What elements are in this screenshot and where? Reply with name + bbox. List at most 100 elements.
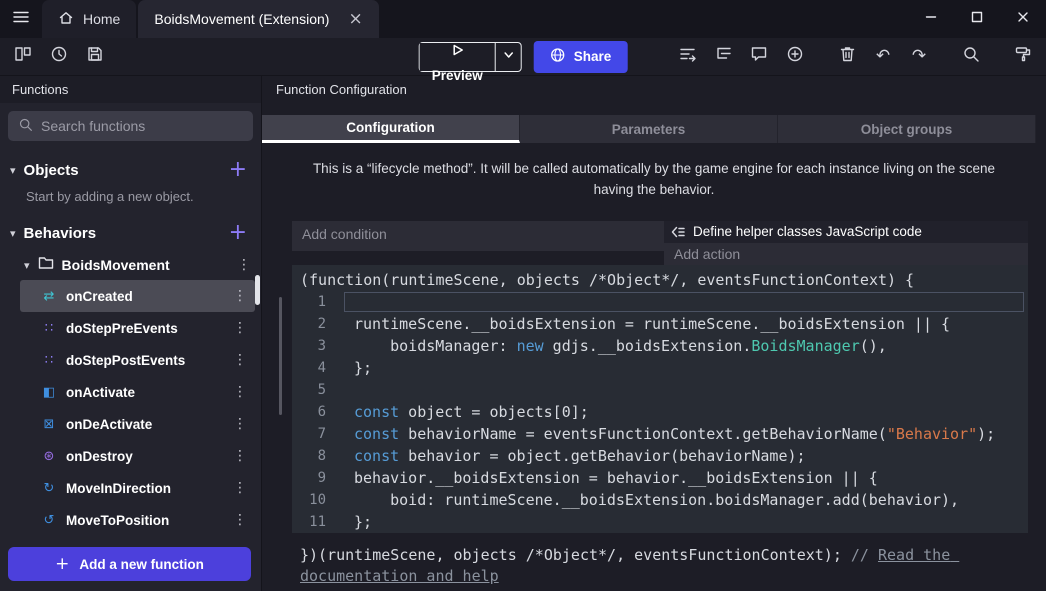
window-close-button[interactable] bbox=[1000, 0, 1046, 38]
add-object-button[interactable]: + bbox=[229, 159, 247, 181]
history-button[interactable] bbox=[48, 46, 70, 68]
code-line[interactable]: 11}; bbox=[292, 511, 1028, 533]
function-menu-button[interactable]: ⋮ bbox=[233, 321, 247, 335]
close-icon bbox=[1017, 10, 1029, 28]
project-manager-button[interactable] bbox=[12, 46, 34, 68]
code-line[interactable]: 9behavior.__boidsExtension = behavior.__… bbox=[292, 467, 1028, 489]
events-scrollbar-thumb[interactable] bbox=[279, 297, 282, 415]
theme-button[interactable] bbox=[1012, 46, 1034, 68]
code-line[interactable]: 5 bbox=[292, 379, 1028, 401]
code-line[interactable]: 7const behaviorName = eventsFunctionCont… bbox=[292, 423, 1028, 445]
add-function-button[interactable]: + Add a new function bbox=[8, 547, 251, 581]
add-other-event-button[interactable] bbox=[784, 46, 806, 68]
code-line[interactable]: 10 boid: runtimeScene.__boidsExtension.b… bbox=[292, 489, 1028, 511]
add-action-button[interactable]: Add action bbox=[664, 243, 1028, 265]
add-condition-button[interactable]: Add condition bbox=[292, 221, 664, 251]
function-item[interactable]: ↻MoveInDirection⋮ bbox=[20, 472, 255, 504]
preview-button[interactable]: Preview bbox=[419, 42, 522, 72]
preview-dropdown-button[interactable] bbox=[495, 43, 521, 71]
tab-object-groups[interactable]: Object groups bbox=[778, 115, 1036, 143]
comment-icon bbox=[750, 45, 768, 68]
function-item[interactable]: ⇄onCreated⋮ bbox=[20, 280, 255, 312]
close-tab-icon[interactable]: × bbox=[348, 11, 362, 28]
sidebar-scrollbar-thumb[interactable] bbox=[255, 275, 260, 305]
objects-empty-hint: Start by adding a new object. bbox=[0, 187, 261, 212]
undo-icon: ↶ bbox=[876, 48, 890, 65]
code-line[interactable]: 8const behavior = object.getBehavior(beh… bbox=[292, 445, 1028, 467]
function-item-label: onActivate bbox=[66, 385, 135, 400]
redo-icon: ↷ bbox=[912, 48, 926, 65]
share-button[interactable]: Share bbox=[534, 41, 628, 73]
function-list: ⇄onCreated⋮∷doStepPreEvents⋮∷doStepPostE… bbox=[0, 280, 261, 536]
configuration-tabs: Configuration Parameters Object groups bbox=[262, 115, 1046, 143]
line-number: 11 bbox=[292, 514, 336, 530]
window-maximize-button[interactable] bbox=[954, 0, 1000, 38]
line-number: 7 bbox=[292, 426, 336, 442]
toolbar: Preview Share ↶ ↷ bbox=[0, 38, 1046, 76]
add-subevent-button[interactable] bbox=[712, 46, 734, 68]
tab-extension[interactable]: BoidsMovement (Extension) × bbox=[138, 0, 378, 38]
add-event-button[interactable] bbox=[676, 46, 698, 68]
function-item[interactable]: ⊠onDeActivate⋮ bbox=[20, 408, 255, 440]
on-activate-icon: ◧ bbox=[40, 385, 58, 400]
code-line[interactable]: 3 boidsManager: new gdjs.__boidsExtensio… bbox=[292, 335, 1028, 357]
app-menu-button[interactable] bbox=[0, 0, 42, 38]
objects-section-label: Objects bbox=[24, 162, 79, 179]
delete-button[interactable] bbox=[836, 46, 858, 68]
function-item[interactable]: ⊛onDestroy⋮ bbox=[20, 440, 255, 472]
function-menu-button[interactable]: ⋮ bbox=[233, 449, 247, 463]
code-line[interactable]: 2runtimeScene.__boidsExtension = runtime… bbox=[292, 313, 1028, 335]
tab-home[interactable]: Home bbox=[42, 0, 136, 38]
add-behavior-button[interactable]: + bbox=[229, 222, 247, 244]
function-menu-button[interactable]: ⋮ bbox=[233, 481, 247, 495]
code-lines: 12runtimeScene.__boidsExtension = runtim… bbox=[292, 291, 1028, 533]
chevron-down-icon: ▾ bbox=[10, 164, 16, 177]
add-function-button-label: Add a new function bbox=[79, 557, 204, 572]
move-in-direction-icon: ↻ bbox=[40, 481, 58, 496]
function-item[interactable]: ↺MoveToPosition⋮ bbox=[20, 504, 255, 536]
search-icon bbox=[962, 45, 980, 68]
tab-configuration[interactable]: Configuration bbox=[262, 115, 520, 143]
js-code-editor[interactable]: (function(runtimeScene, objects /*Object… bbox=[292, 265, 1028, 533]
move-to-position-icon: ↺ bbox=[40, 513, 58, 528]
behavior-group-row[interactable]: ▾ BoidsMovement ⋮ bbox=[0, 250, 261, 280]
line-number: 2 bbox=[292, 316, 336, 332]
title-bar: Home BoidsMovement (Extension) × bbox=[0, 0, 1046, 38]
function-item[interactable]: ∷doStepPostEvents⋮ bbox=[20, 344, 255, 376]
on-created-icon: ⇄ bbox=[40, 289, 58, 304]
js-event-header[interactable]: Define helper classes JavaScript code bbox=[664, 221, 1028, 243]
search-input[interactable]: Search functions bbox=[8, 111, 253, 141]
redo-button[interactable]: ↷ bbox=[908, 46, 930, 68]
function-menu-button[interactable]: ⋮ bbox=[233, 353, 247, 367]
panels-icon bbox=[14, 45, 32, 68]
function-item[interactable]: ◧ onActivate ⋮ bbox=[20, 376, 255, 408]
tab-parameters[interactable]: Parameters bbox=[520, 115, 778, 143]
line-number: 6 bbox=[292, 404, 336, 420]
function-item[interactable]: ∷doStepPreEvents⋮ bbox=[20, 312, 255, 344]
code-line[interactable]: 1 bbox=[292, 291, 1028, 313]
function-menu-button[interactable]: ⋮ bbox=[233, 417, 247, 431]
lifecycle-description-text: This is a “lifecycle method”. It will be… bbox=[298, 159, 1010, 201]
behaviors-section-label: Behaviors bbox=[24, 225, 97, 242]
code-line[interactable]: 4}; bbox=[292, 357, 1028, 379]
code-line[interactable]: 6const object = objects[0]; bbox=[292, 401, 1028, 423]
chevron-down-icon: ▾ bbox=[10, 227, 16, 240]
line-number: 8 bbox=[292, 448, 336, 464]
event-block: Add condition Define helper classes Java… bbox=[292, 221, 1028, 265]
code-header-line[interactable]: (function(runtimeScene, objects /*Object… bbox=[292, 269, 1028, 291]
do-step-pre-events-icon: ∷ bbox=[40, 321, 58, 336]
undo-button[interactable]: ↶ bbox=[872, 46, 894, 68]
window-minimize-button[interactable] bbox=[908, 0, 954, 38]
add-comment-button[interactable] bbox=[748, 46, 770, 68]
behaviors-section-header[interactable]: ▾ Behaviors + bbox=[0, 216, 261, 250]
function-menu-button[interactable]: ⋮ bbox=[233, 289, 247, 303]
add-event-icon bbox=[678, 45, 697, 69]
function-menu-button[interactable]: ⋮ bbox=[233, 513, 247, 527]
panel-headers: Functions Function Configuration bbox=[0, 76, 1046, 103]
save-button[interactable] bbox=[84, 46, 106, 68]
function-menu-button[interactable]: ⋮ bbox=[233, 385, 247, 399]
search-button[interactable] bbox=[960, 46, 982, 68]
line-number: 9 bbox=[292, 470, 336, 486]
objects-section-header[interactable]: ▾ Objects + bbox=[0, 153, 261, 187]
group-menu-button[interactable]: ⋮ bbox=[237, 258, 251, 272]
